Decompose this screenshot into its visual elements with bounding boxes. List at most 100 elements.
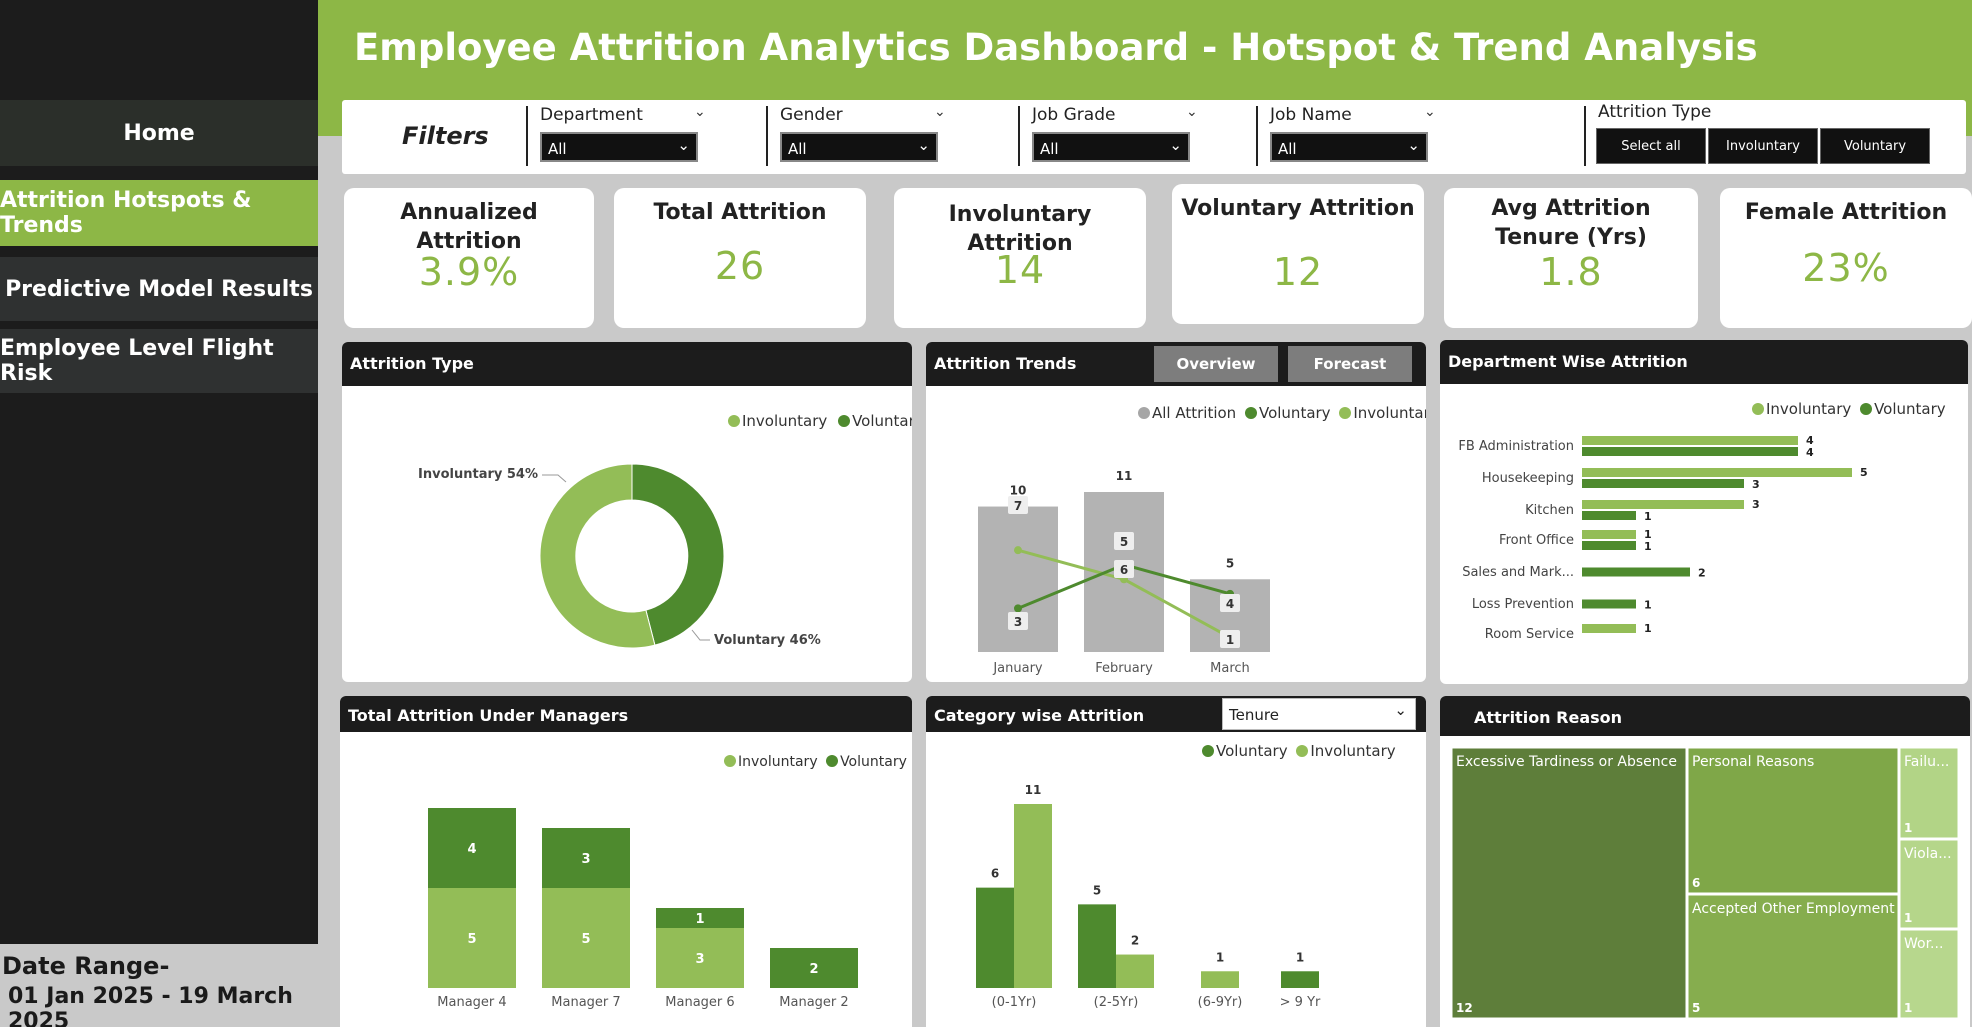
dept-label: Kitchen bbox=[1525, 503, 1574, 518]
dept-bar-voluntary bbox=[1582, 511, 1636, 520]
job-name-select[interactable]: All ⌄ bbox=[1270, 132, 1428, 162]
job-name-filter-label: Job Name bbox=[1270, 105, 1352, 125]
manager-bar-value: 3 bbox=[581, 852, 590, 867]
trend-x-tick: February bbox=[1095, 661, 1153, 676]
category-bar-value: 1 bbox=[1216, 950, 1224, 964]
kpi-card-avg-tenure: Avg Attrition Tenure (Yrs) 1.8 bbox=[1444, 188, 1698, 328]
category-attrition-chart: 6 11 (0-1Yr) 5 2 (2-5Yr) 1 (6-9Yr) 1 > 9 Yr bbox=[976, 783, 1321, 1010]
filter-divider bbox=[1018, 106, 1020, 166]
select-all-button[interactable]: Select all bbox=[1596, 128, 1706, 164]
voluntary-filter-button[interactable]: Voluntary bbox=[1820, 128, 1930, 164]
treemap-tile bbox=[1451, 747, 1687, 1019]
nav-flight-risk[interactable]: Employee Level Flight Risk bbox=[0, 329, 318, 393]
kpi-value: 3.9% bbox=[418, 250, 520, 294]
gender-select-value: All bbox=[788, 140, 807, 158]
voluntary-value-label: 4 bbox=[1226, 597, 1234, 611]
treemap-tile-label: Accepted Other Employment bbox=[1692, 901, 1895, 917]
sidebar: Home Attrition Hotspots & Trends Predict… bbox=[0, 0, 318, 1027]
dept-label: Sales and Mark... bbox=[1462, 565, 1574, 580]
category-bar-value: 6 bbox=[991, 867, 999, 881]
category-bar-involuntary bbox=[1201, 971, 1239, 988]
treemap-tile-label: Viola... bbox=[1904, 846, 1952, 862]
dept-bar-value: 3 bbox=[1752, 478, 1760, 491]
donut-label-involuntary: Involuntary 54% bbox=[418, 467, 538, 482]
donut-label-voluntary: Voluntary 46% bbox=[714, 633, 821, 648]
filter-divider bbox=[766, 106, 768, 166]
involuntary-value-label: 1 bbox=[1226, 633, 1234, 647]
trend-x-tick: March bbox=[1210, 661, 1250, 676]
manager-bar-value: 3 bbox=[695, 952, 704, 967]
dept-bar-value: 1 bbox=[1644, 540, 1652, 553]
nav-hotspots-label: Attrition Hotspots & Trends bbox=[0, 188, 252, 238]
nav-predictive-model[interactable]: Predictive Model Results bbox=[0, 257, 318, 321]
trend-bar-january bbox=[978, 506, 1058, 652]
treemap-tile-label: Wor... bbox=[1904, 936, 1943, 952]
kpi-card-annualized-attrition: Annualized Attrition 3.9% bbox=[344, 188, 594, 328]
job-grade-select[interactable]: All ⌄ bbox=[1032, 132, 1190, 162]
dept-bar-voluntary bbox=[1582, 567, 1690, 577]
manager-x-tick: Manager 4 bbox=[437, 995, 506, 1010]
dept-bar-voluntary bbox=[1582, 599, 1636, 609]
category-x-tick: (6-9Yr) bbox=[1198, 995, 1243, 1010]
job-grade-filter-label: Job Grade bbox=[1032, 105, 1116, 125]
category-bar-voluntary bbox=[976, 887, 1014, 988]
filter-divider bbox=[1256, 106, 1258, 166]
dept-bar-value: 1 bbox=[1644, 622, 1652, 635]
dept-bar-value: 3 bbox=[1752, 498, 1760, 511]
voluntary-point bbox=[1014, 604, 1022, 613]
job-name-select-value: All bbox=[1278, 140, 1297, 158]
date-range-label: Date Range- bbox=[2, 952, 170, 980]
attrition-type-panel: Attrition Type Involuntary Voluntary Inv… bbox=[342, 342, 912, 682]
involuntary-filter-button[interactable]: Involuntary bbox=[1708, 128, 1818, 164]
nav-flight-label: Employee Level Flight Risk bbox=[0, 336, 274, 386]
department-select[interactable]: All ⌄ bbox=[540, 132, 698, 162]
kpi-label: Total Attrition bbox=[653, 200, 827, 225]
category-bar-value: 5 bbox=[1093, 883, 1101, 897]
nav-home-label: Home bbox=[123, 120, 195, 146]
kpi-value: 14 bbox=[994, 248, 1046, 292]
date-range-value: 01 Jan 2025 - 19 March 2025 bbox=[8, 984, 293, 1027]
kpi-value: 1.8 bbox=[1539, 250, 1603, 294]
voluntary-value-label: 3 bbox=[1014, 615, 1022, 629]
treemap-tile-label: Failu... bbox=[1904, 754, 1949, 770]
chevron-down-icon[interactable]: ⌄ bbox=[694, 104, 706, 120]
department-attrition-panel: Department Wise Attrition Involuntary Vo… bbox=[1440, 340, 1968, 684]
dept-bar-involuntary bbox=[1582, 500, 1744, 509]
category-bar-value: 1 bbox=[1296, 950, 1304, 964]
manager-bar-value: 1 bbox=[695, 912, 704, 927]
attrition-trends-panel: Attrition Trends Overview Forecast All A… bbox=[926, 342, 1426, 682]
manager-x-tick: Manager 6 bbox=[665, 995, 734, 1010]
page-title: Employee Attrition Analytics Dashboard -… bbox=[354, 26, 1758, 69]
category-bar-involuntary bbox=[1116, 954, 1154, 988]
date-range-box: Date Range- 01 Jan 2025 - 19 March 2025 bbox=[0, 944, 318, 1027]
gender-select[interactable]: All ⌄ bbox=[780, 132, 938, 162]
donut-leader-line bbox=[691, 629, 710, 641]
kpi-value: 12 bbox=[1272, 250, 1324, 294]
treemap-tile-value: 5 bbox=[1692, 1001, 1700, 1015]
kpi-value: 26 bbox=[714, 244, 766, 288]
treemap-tile-value: 1 bbox=[1904, 821, 1912, 835]
chevron-down-icon[interactable]: ⌄ bbox=[1424, 104, 1436, 120]
chevron-down-icon[interactable]: ⌄ bbox=[1186, 104, 1198, 120]
category-bar-value: 2 bbox=[1131, 934, 1139, 948]
treemap-tile-value: 1 bbox=[1904, 911, 1912, 925]
department-filter-label: Department bbox=[540, 105, 643, 125]
filter-divider bbox=[526, 106, 528, 166]
kpi-label: Avg Attrition Tenure (Yrs) bbox=[1491, 196, 1651, 250]
manager-bar-value: 5 bbox=[581, 932, 590, 947]
dept-bar-value: 1 bbox=[1644, 599, 1652, 612]
attrition-type-donut-chart: Involuntary 54% Voluntary 46% bbox=[418, 463, 821, 649]
attrition-trends-chart: 10 January 11 February 5 March 7 3 5 6 4 1 bbox=[978, 469, 1270, 676]
manager-bar-value: 2 bbox=[809, 962, 818, 977]
category-attrition-panel: Category wise Attrition Tenure ⌄ Volunta… bbox=[926, 696, 1426, 1027]
nav-attrition-hotspots[interactable]: Attrition Hotspots & Trends bbox=[0, 180, 318, 246]
kpi-label: Female Attrition bbox=[1744, 200, 1948, 225]
filters-label: Filters bbox=[402, 122, 489, 150]
managers-attrition-chart: 5 4 Manager 4 5 3 Manager 7 3 1 Manager 6 2 Manage… bbox=[428, 808, 858, 1010]
chevron-down-icon[interactable]: ⌄ bbox=[934, 104, 946, 120]
nav-predictive-label: Predictive Model Results bbox=[5, 276, 313, 302]
involuntary-point bbox=[1014, 546, 1022, 555]
nav-home[interactable]: Home bbox=[0, 100, 318, 166]
managers-attrition-panel: Total Attrition Under Managers Involunta… bbox=[340, 696, 912, 1027]
treemap-tile-label: Personal Reasons bbox=[1692, 754, 1814, 770]
